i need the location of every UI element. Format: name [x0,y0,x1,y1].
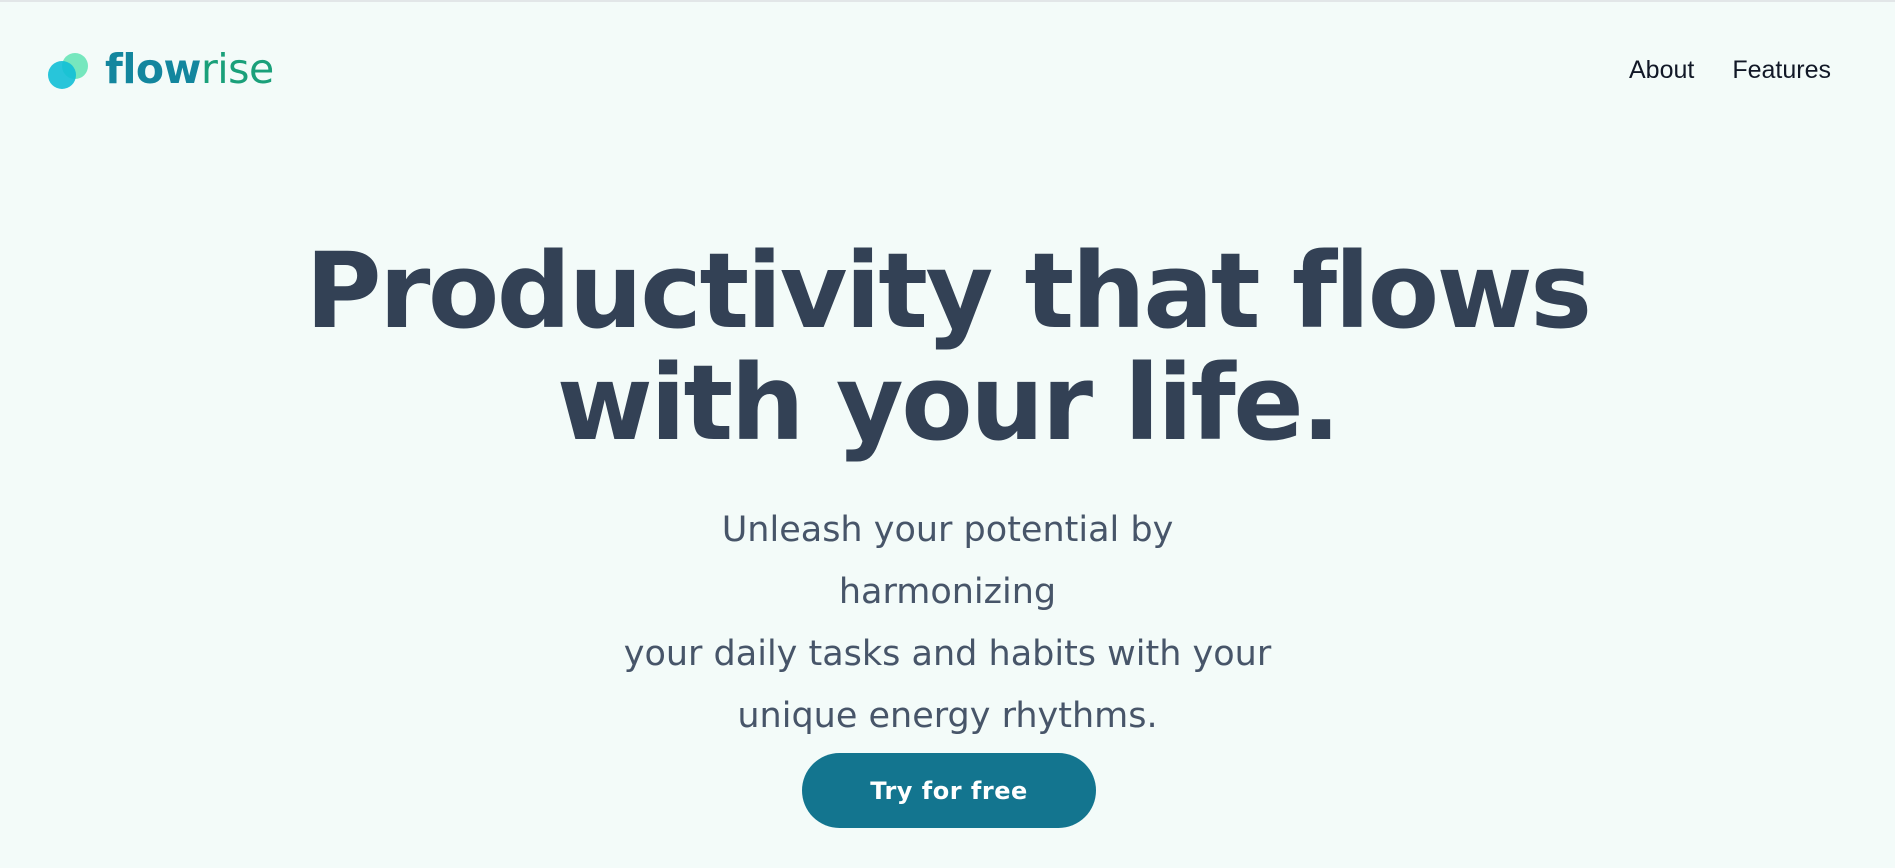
hero-section: Productivity that flows with your life. … [0,235,1895,747]
brand-wordmark-rise: rise [200,44,274,93]
site-header: flowrise About Features [0,0,1895,145]
hero-headline-line-2: with your life. [556,342,1341,464]
brand-wordmark: flowrise [105,48,274,90]
hero-subheadline-line-2: your daily tasks and habits with your [623,634,1272,674]
nav-about-link[interactable]: About [1629,56,1694,85]
main-nav: About Features [1629,56,1831,85]
hero-subheadline-line-3: unique energy rhythms. [737,696,1158,736]
hero-subheadline-line-1: Unleash your potential by harmonizing [721,510,1174,612]
hero-subheadline: Unleash your potential by harmonizing yo… [608,499,1288,747]
hero-headline-line-1: Productivity that flows [305,230,1592,352]
try-for-free-button[interactable]: Try for free [802,753,1096,828]
brand-wordmark-flow: flow [105,44,201,93]
hero-headline: Productivity that flows with your life. [0,235,1895,459]
overlapping-circles-logo-icon [48,47,90,91]
nav-features-link[interactable]: Features [1732,56,1831,85]
brand-logo-link[interactable]: flowrise [48,44,274,94]
